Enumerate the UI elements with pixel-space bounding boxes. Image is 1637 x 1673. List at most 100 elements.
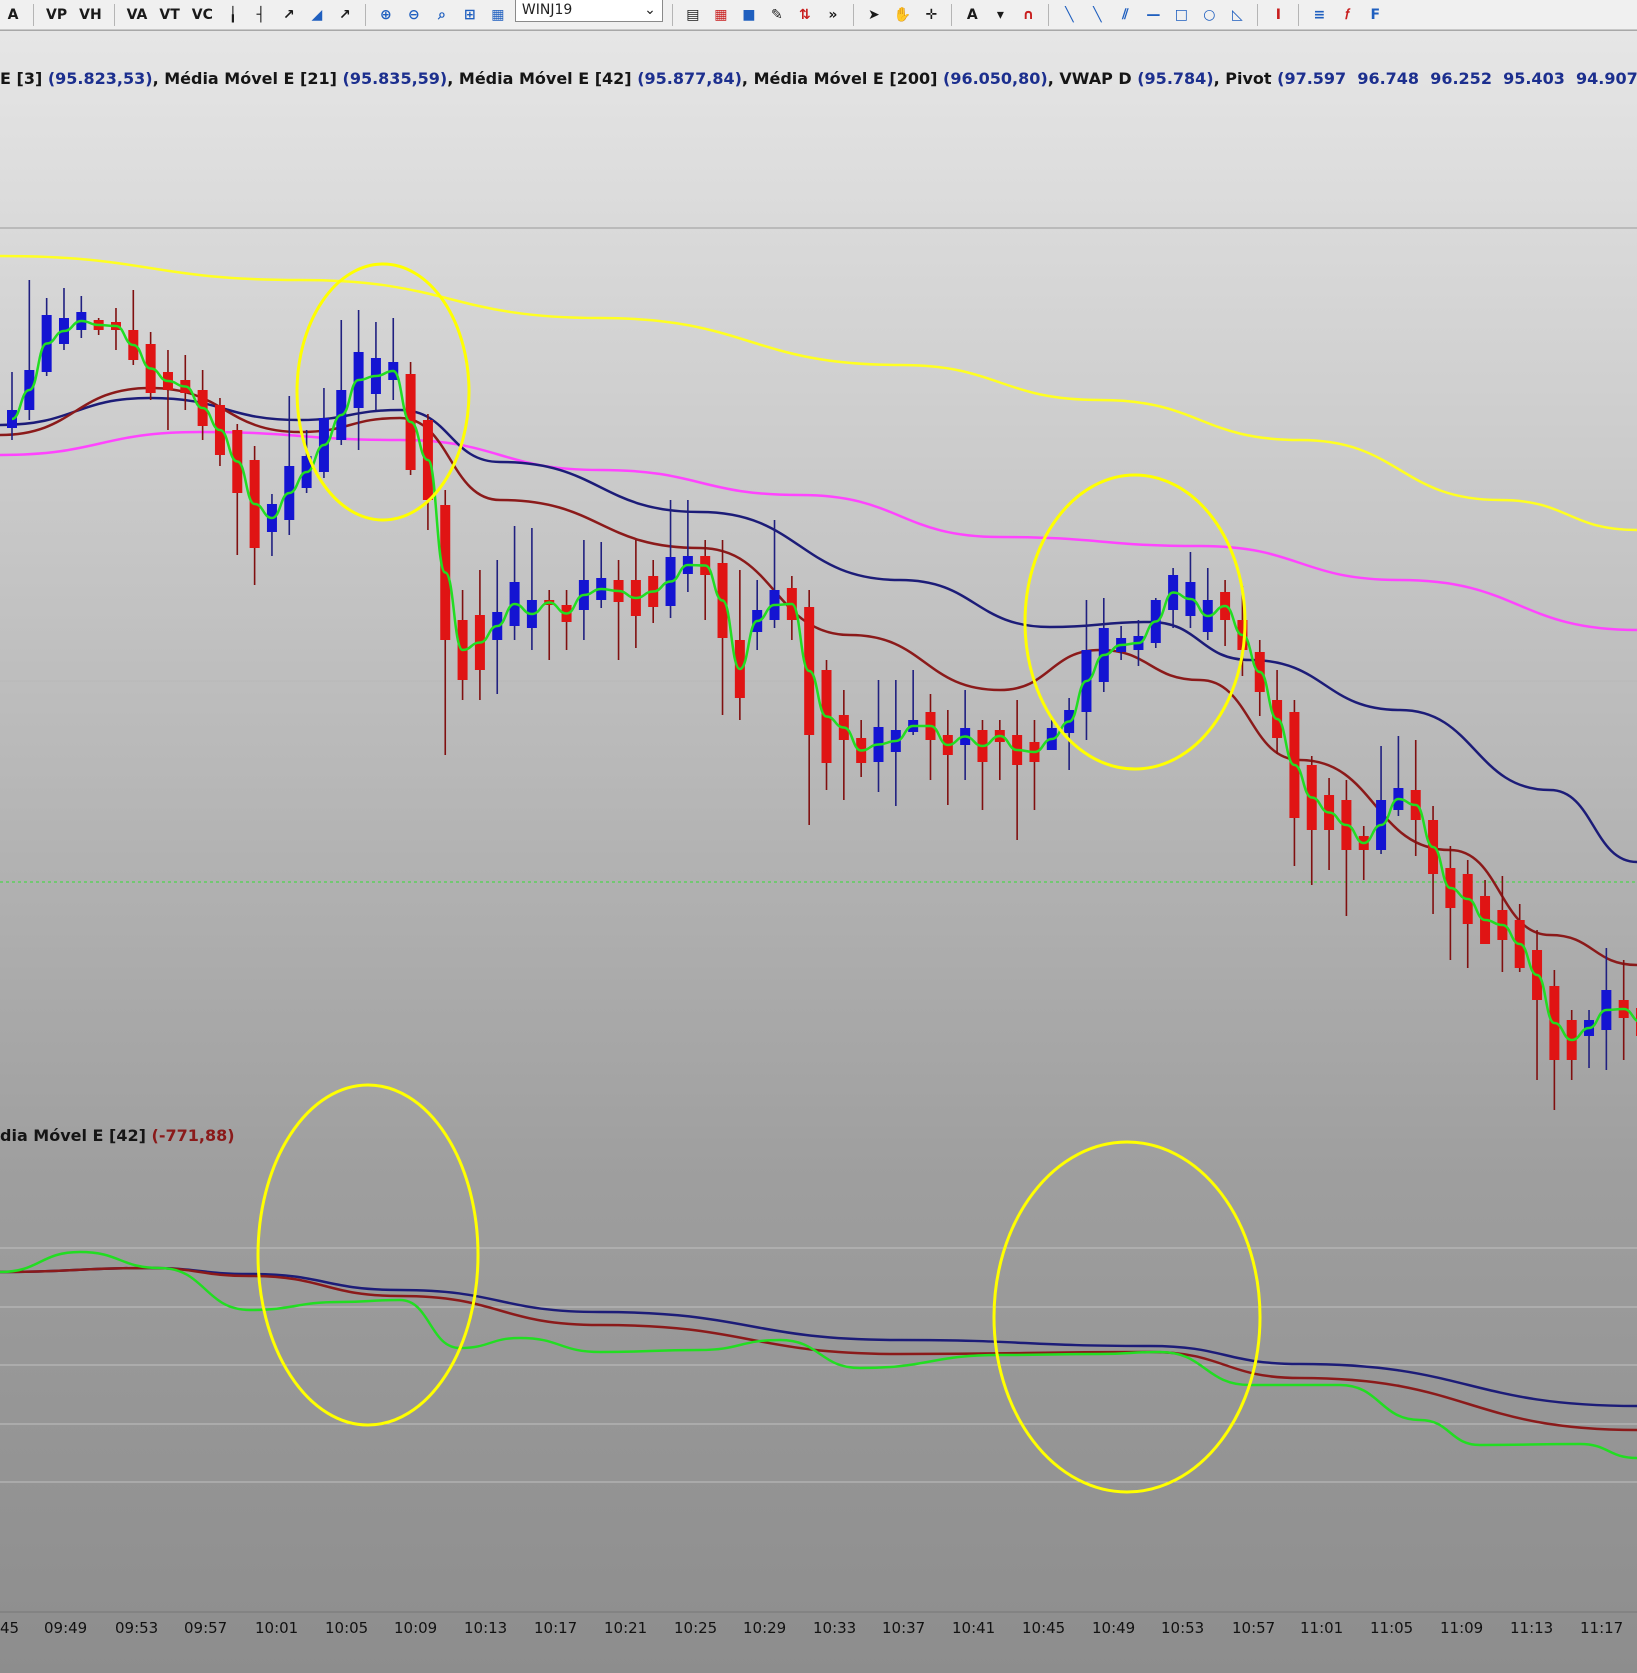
- horizontal-line-icon[interactable]: —: [1142, 4, 1164, 26]
- arrow-cursor-icon[interactable]: ➤: [863, 4, 885, 26]
- x-tick-label: 11:05: [1370, 1619, 1413, 1637]
- fibonacci-icon[interactable]: Ⅰ: [1267, 4, 1289, 26]
- x-tick-label: 10:21: [604, 1619, 647, 1637]
- legend-item-ema200: Média Móvel E [200] (96.050,80),: [753, 69, 1060, 88]
- line-tool-icon[interactable]: ╲: [1058, 4, 1080, 26]
- osc-ema3-series: [0, 1250, 1637, 1460]
- edit-icon[interactable]: ✎: [766, 4, 788, 26]
- x-tick-label: 10:37: [882, 1619, 925, 1637]
- x-tick-label: 09:49: [44, 1619, 87, 1637]
- x-axis-ticks: 45 09:49 09:53 09:57 10:01 10:05 10:09 10:13 10:…: [0, 1619, 1623, 1637]
- x-tick-label: 11:17: [1580, 1619, 1623, 1637]
- toolbar: A VP VH VA VT VC ╽ ┤ ↗ ◢ ↗ ⊕ ⊖ ⌕ ⊞ ▦ WIN…: [0, 0, 1637, 30]
- more-icon[interactable]: »: [822, 4, 844, 26]
- updown-icon[interactable]: ⇅: [794, 4, 816, 26]
- triangle-icon[interactable]: ◺: [1226, 4, 1248, 26]
- channel-icon[interactable]: ⫽: [1114, 4, 1136, 26]
- line-icon[interactable]: ┤: [250, 4, 272, 26]
- dropdown-icon[interactable]: ▾: [989, 4, 1011, 26]
- ema21-series: [0, 386, 1637, 967]
- x-tick-label: 10:41: [952, 1619, 995, 1637]
- toolbar-separator: [671, 3, 673, 26]
- osc-ema21-series: [0, 1266, 1637, 1432]
- ellipse-icon[interactable]: ○: [1198, 4, 1220, 26]
- x-tick-label: 11:13: [1510, 1619, 1553, 1637]
- toolbar-separator: [1048, 3, 1050, 26]
- toolbar-separator: [364, 3, 366, 26]
- moving-average-lines: [0, 254, 1637, 967]
- legend-item-ema3: E [3] (95.823,53),: [0, 69, 165, 88]
- x-tick-label: 10:05: [325, 1619, 368, 1637]
- x-tick-label: 09:53: [115, 1619, 158, 1637]
- magnet-icon[interactable]: ∩: [1017, 4, 1039, 26]
- volume-horizontal-icon[interactable]: VH: [76, 4, 105, 26]
- ray-tool-icon[interactable]: ╲: [1086, 4, 1108, 26]
- legend-item-ema21: Média Móvel E [21] (95.835,59),: [164, 69, 459, 88]
- oscillator-legend: dia Móvel E [42] (-771,88): [0, 1126, 235, 1145]
- x-tick-label: 10:29: [743, 1619, 786, 1637]
- zoom-out-icon[interactable]: ⊖: [403, 4, 425, 26]
- ema-icon[interactable]: ◢: [306, 4, 328, 26]
- symbol-value: WINJ19: [521, 1, 573, 18]
- grid-icon[interactable]: ⊞: [459, 4, 481, 26]
- legend-item-pivot: Pivot (97.597 96.748 96.252 95.403 94.90…: [1225, 69, 1637, 88]
- candle-icon[interactable]: ╽: [222, 4, 244, 26]
- x-tick-label: 10:13: [464, 1619, 507, 1637]
- layout-icon[interactable]: ▦: [487, 4, 509, 26]
- legend-item-ema42: Média Móvel E [42] (95.877,84),: [458, 69, 754, 88]
- auto-scale-icon[interactable]: A: [2, 4, 24, 26]
- highlight-ellipse: [992, 1140, 1262, 1494]
- oscillator-value: (-771,88): [151, 1126, 235, 1145]
- volume-a-icon[interactable]: VA: [124, 4, 151, 26]
- toolbar-separator: [33, 3, 34, 26]
- chart-area[interactable]: 45 09:49 09:53 09:57 10:01 10:05 10:09 10:13 10:…: [0, 31, 1637, 1673]
- ema-edit-icon[interactable]: ↗: [334, 4, 356, 26]
- zoom-in-icon[interactable]: ⊕: [375, 4, 397, 26]
- table-icon[interactable]: ▦: [710, 4, 732, 26]
- volume-c-icon[interactable]: VC: [189, 4, 216, 26]
- vwap-series: [0, 254, 1637, 532]
- chart-canvas[interactable]: 45 09:49 09:53 09:57 10:01 10:05 10:09 10:13 10:…: [0, 31, 1637, 1673]
- lines-icon[interactable]: ≡: [1308, 4, 1330, 26]
- x-tick-label: 10:17: [534, 1619, 577, 1637]
- crosshair-icon[interactable]: ✛: [920, 4, 942, 26]
- symbol-select[interactable]: WINJ19 ⌄: [514, 0, 663, 22]
- fan-icon[interactable]: 𝑓: [1336, 4, 1358, 26]
- toolbar-separator: [951, 3, 953, 26]
- highlight-ellipse: [295, 262, 471, 522]
- ema200-series: [0, 430, 1637, 632]
- x-tick-label: 10:57: [1232, 1619, 1275, 1637]
- x-tick-label: 11:01: [1300, 1619, 1343, 1637]
- legend-item-vwap: VWAP D (95.784),: [1059, 69, 1226, 88]
- indicator-legend: E [3] (95.823,53), Média Móvel E [21] (9…: [0, 69, 1637, 91]
- candlesticks: [7, 280, 1637, 1110]
- magnify-icon[interactable]: ⌕: [431, 4, 453, 26]
- fib-fan-icon[interactable]: F: [1364, 4, 1386, 26]
- x-tick-label: 10:01: [255, 1619, 298, 1637]
- toolbar-separator: [852, 3, 854, 26]
- list-icon[interactable]: ▤: [682, 4, 704, 26]
- text-icon[interactable]: A: [961, 4, 983, 26]
- x-tick-label: 10:33: [813, 1619, 856, 1637]
- x-tick-label: 11:09: [1440, 1619, 1483, 1637]
- volume-t-icon[interactable]: VT: [156, 4, 182, 26]
- window-icon[interactable]: ■: [738, 4, 760, 26]
- hand-icon[interactable]: ✋: [891, 4, 914, 26]
- oscillator-label: dia Móvel E [42]: [0, 1126, 146, 1145]
- trend-icon[interactable]: ↗: [278, 4, 300, 26]
- x-tick-label: 10:49: [1092, 1619, 1135, 1637]
- toolbar-separator: [1298, 3, 1300, 26]
- toolbar-separator: [113, 3, 115, 26]
- rectangle-icon[interactable]: □: [1170, 4, 1192, 26]
- toolbar-separator: [1257, 3, 1259, 26]
- horizontal-gridlines: [0, 227, 1637, 1613]
- x-tick-label: 10:45: [1022, 1619, 1065, 1637]
- highlight-ellipse: [256, 1083, 480, 1427]
- x-tick-label: 09:57: [184, 1619, 227, 1637]
- volume-profile-icon[interactable]: VP: [43, 4, 70, 26]
- x-tick-label: 10:53: [1161, 1619, 1204, 1637]
- x-tick-label: 45: [0, 1619, 19, 1637]
- oscillator-lines: [0, 1250, 1637, 1460]
- chevron-down-icon: ⌄: [644, 1, 656, 18]
- x-tick-label: 10:25: [674, 1619, 717, 1637]
